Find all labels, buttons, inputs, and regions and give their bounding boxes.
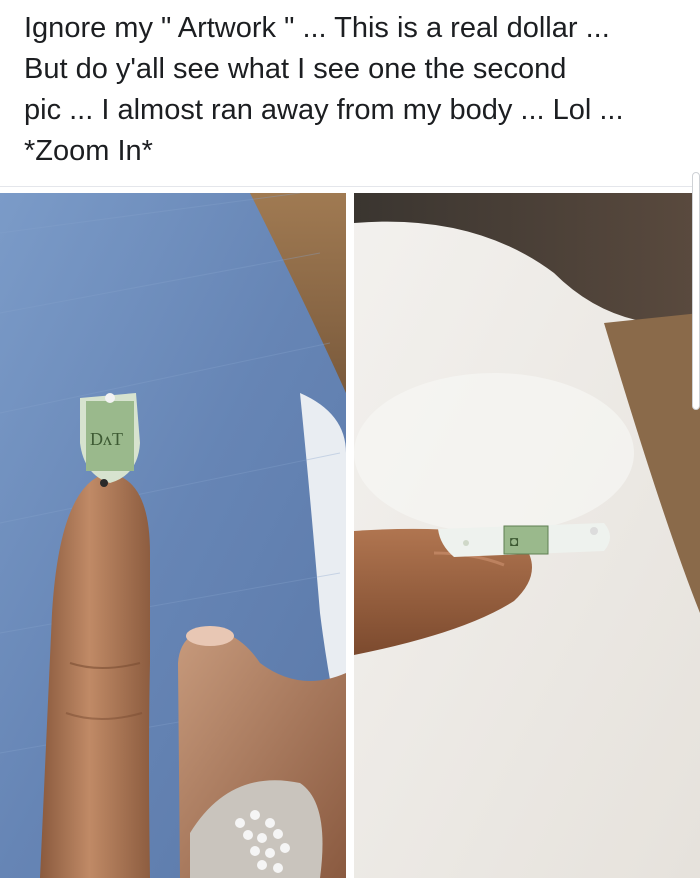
photo-nail-side-view[interactable]: ◘: [354, 193, 700, 878]
caption-line: pic ... I almost ran away from my body .…: [24, 94, 624, 126]
scrollbar-thumb[interactable]: [692, 172, 700, 410]
caption-line: Ignore my " Artwork " ... This is a real…: [24, 12, 610, 44]
caption-line: But do y'all see what I see one the seco…: [24, 53, 567, 85]
svg-text:◘: ◘: [510, 533, 518, 549]
divider: [0, 186, 700, 187]
photo-nail-top-view[interactable]: DʌT: [0, 193, 346, 878]
post-caption: Ignore my " Artwork " ... This is a real…: [24, 8, 684, 172]
svg-text:DʌT: DʌT: [90, 429, 123, 449]
caption-line: *Zoom In*: [24, 135, 153, 167]
